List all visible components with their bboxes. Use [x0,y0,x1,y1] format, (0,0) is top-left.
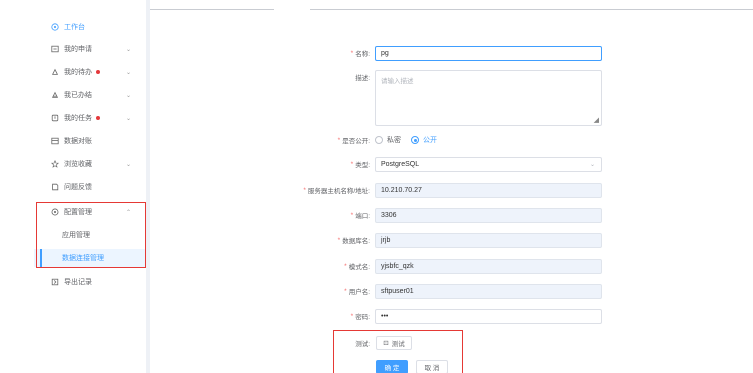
sidebar-item-label: 我的待办 [64,69,92,76]
dashboard-icon [50,23,59,32]
schema-label: * 模式名: [344,262,370,272]
sidebar-highlight-box [36,202,146,268]
sidebar-item-favorites[interactable]: 浏览收藏 [50,157,92,171]
export-icon [50,278,59,287]
password-input[interactable]: ••• [375,309,602,324]
password-label: * 密码: [350,312,370,322]
name-label: * 名称: [350,49,370,59]
sidebar-item-label: 我已办结 [64,92,92,99]
public-label: * 是否公开: [337,136,370,146]
sidebar-item-workbench[interactable]: 工作台 [50,20,85,34]
radio-public[interactable]: 公开 [411,135,437,145]
sidebar-item-my-todo[interactable]: 我的待办 [50,65,100,79]
apply-icon [50,45,59,54]
star-icon [50,160,59,169]
top-divider-left [150,9,274,10]
todo-icon [50,68,59,77]
port-input[interactable]: 3306 [375,208,602,223]
sidebar-item-completed[interactable]: 我已办结 [50,88,92,102]
done-icon [50,91,59,100]
radio-checked-icon [411,136,419,144]
host-input[interactable]: 10.210.70.27 [375,183,602,198]
public-radio-group: 私密 公开 [375,133,447,147]
top-divider-right [310,9,753,10]
radio-circle-icon [375,136,383,144]
sidebar-item-label: 我的申请 [64,46,92,53]
username-label: * 用户名: [344,287,370,297]
port-label: * 端口: [350,211,370,221]
description-label: 描述: [355,75,370,82]
schema-input[interactable]: yjsbfc_qzk [375,259,602,274]
chevron-down-icon[interactable]: ⌄ [126,65,131,79]
sidebar-item-data-reconcile[interactable]: 数据对账 [50,134,92,148]
sidebar-item-my-tasks[interactable]: 我的任务 [50,111,100,125]
type-label: * 类型: [350,160,370,170]
chevron-down-icon: ⌄ [589,162,595,168]
notification-badge [96,116,100,120]
left-strip [0,0,34,373]
sidebar-item-label: 浏览收藏 [64,161,92,168]
description-textarea[interactable]: 请输入描述 ◢ [375,70,602,126]
chevron-down-icon[interactable]: ⌄ [126,111,131,125]
sidebar-item-feedback[interactable]: 问题反馈 [50,180,92,194]
sidebar-gutter [146,0,150,373]
host-label: * 服务器主机名称/地址: [303,186,370,196]
feedback-icon [50,183,59,192]
sidebar-item-export-records[interactable]: 导出记录 [50,275,92,289]
resize-handle-icon[interactable]: ◢ [594,116,599,124]
chevron-down-icon[interactable]: ⌄ [126,157,131,171]
chevron-down-icon[interactable]: ⌄ [126,88,131,102]
sidebar-item-label: 导出记录 [64,279,92,286]
actions-highlight-box [333,330,463,373]
username-input[interactable]: sftpuser01 [375,284,602,299]
notification-badge [96,70,100,74]
reconcile-icon [50,137,59,146]
sidebar-item-label: 问题反馈 [64,184,92,191]
dbname-input[interactable]: jrjb [375,233,602,248]
task-icon [50,114,59,123]
dbname-label: * 数据库名: [337,236,370,246]
sidebar-item-label: 数据对账 [64,138,92,145]
radio-private[interactable]: 私密 [375,135,401,145]
sidebar-item-label: 工作台 [64,24,85,31]
name-input[interactable]: pg [375,46,602,61]
sidebar-item-my-applications[interactable]: 我的申请 [50,42,92,56]
type-select[interactable]: PostgreSQL ⌄ [375,157,602,172]
sidebar-item-label: 我的任务 [64,115,92,122]
chevron-down-icon[interactable]: ⌄ [126,42,131,56]
